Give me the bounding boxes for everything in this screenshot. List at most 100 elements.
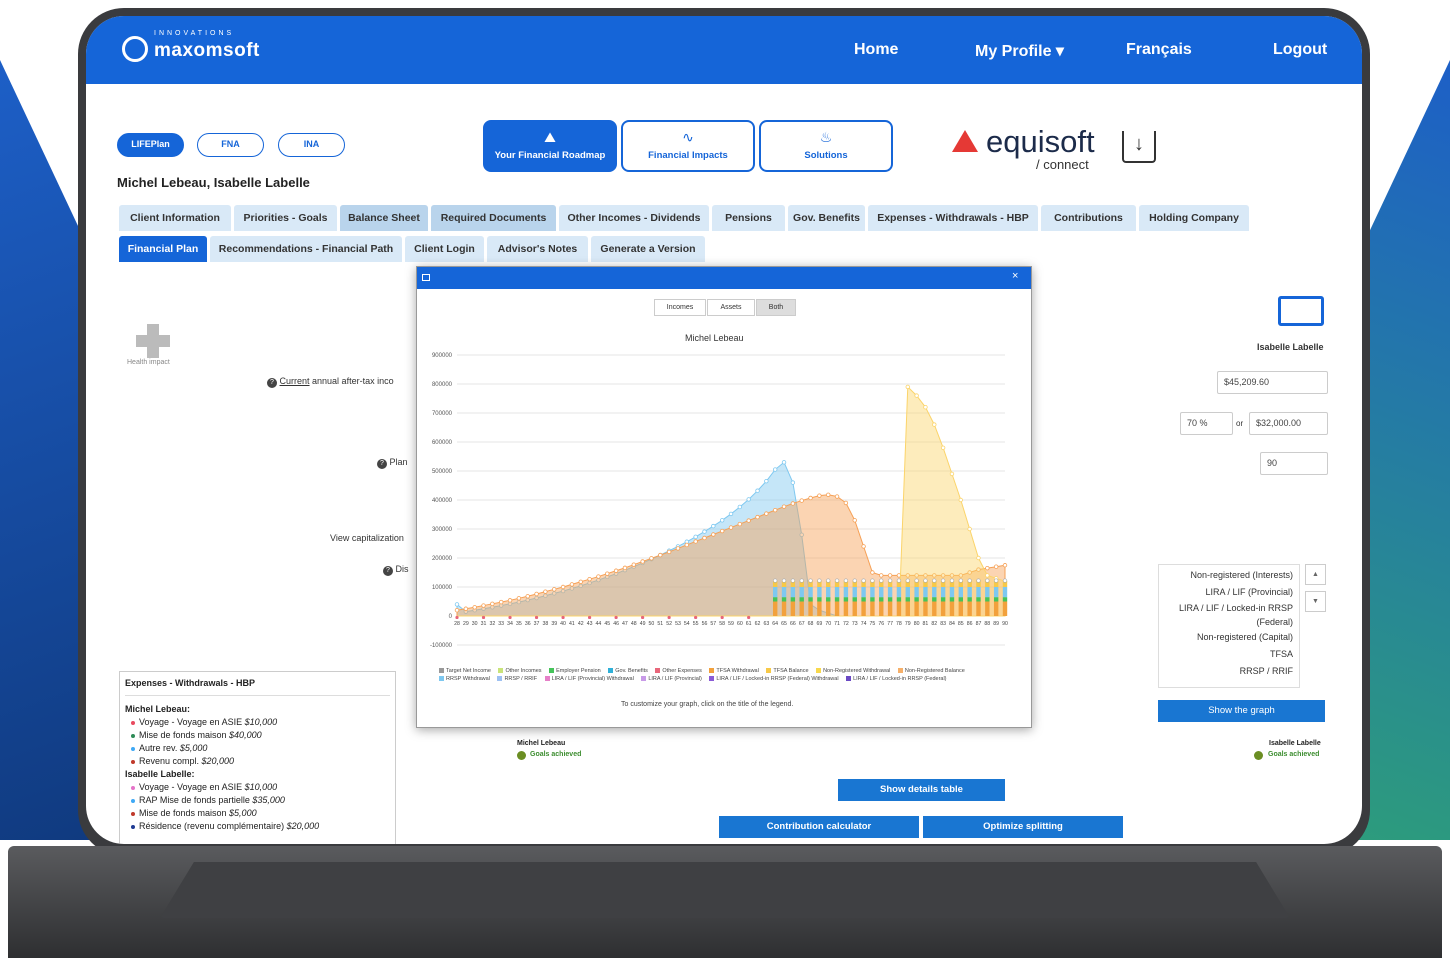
- tab-expenses-withdrawals[interactable]: Expenses - Withdrawals - HBP: [868, 205, 1038, 231]
- legend-item[interactable]: LIRA / LIF / Locked-in RRSP (Federal): [846, 676, 947, 682]
- series-point: [764, 511, 769, 516]
- x-tick-label: 60: [737, 621, 743, 627]
- x-tick-label: 35: [516, 621, 522, 627]
- x-tick-label: 62: [755, 621, 761, 627]
- legend-hint: To customize your graph, click on the ti…: [621, 701, 794, 708]
- move-down-button[interactable]: ▼: [1305, 591, 1326, 612]
- y-tick-label: 100000: [432, 585, 453, 591]
- list-item[interactable]: LIRA / LIF / Locked-in RRSP (Federal): [1165, 601, 1293, 629]
- show-details-table-button[interactable]: Show details table: [838, 779, 1005, 801]
- solutions-button[interactable]: ♨ Solutions: [759, 120, 893, 172]
- tab-gov-benefits[interactable]: Gov. Benefits: [788, 205, 865, 231]
- chevron-down-icon: ▼: [1312, 598, 1319, 605]
- legend-item[interactable]: RRSP Withdrawal: [439, 676, 490, 682]
- series-point: [985, 565, 990, 571]
- tab-priorities-goals[interactable]: Priorities - Goals: [234, 205, 337, 231]
- x-tick-label: 45: [604, 621, 610, 627]
- series-point: [472, 605, 477, 610]
- show-graph-button[interactable]: Show the graph: [1158, 700, 1325, 722]
- annual-income-input[interactable]: $45,209.60: [1217, 371, 1328, 394]
- income-bar: [896, 597, 902, 602]
- expenses-person-1: Michel Lebeau:: [125, 704, 191, 714]
- list-item[interactable]: TFSA: [1165, 646, 1293, 663]
- health-impact-icon[interactable]: [136, 324, 170, 358]
- help-icon[interactable]: ?: [377, 459, 387, 469]
- legend-item[interactable]: LIRA / LIF (Provincial): [641, 676, 702, 682]
- financial-roadmap-button[interactable]: ⛰ Your Financial Roadmap: [483, 120, 617, 172]
- amount-input[interactable]: $32,000.00: [1249, 412, 1328, 435]
- tab-advisors-notes[interactable]: Advisor's Notes: [487, 236, 588, 262]
- income-bar: [967, 597, 972, 602]
- tab-pensions[interactable]: Pensions: [712, 205, 785, 231]
- tab-recommendations[interactable]: Recommendations - Financial Path: [210, 236, 402, 262]
- tab-other-incomes[interactable]: Other Incomes - Dividends: [559, 205, 709, 231]
- series-point: [454, 608, 460, 613]
- legend-item[interactable]: Non-Registered Withdrawal: [816, 668, 890, 674]
- income-bar: [887, 597, 893, 602]
- list-item[interactable]: Non-registered (Interests): [1165, 567, 1293, 584]
- legend-item[interactable]: LIRA / LIF / Locked-in RRSP (Federal) Wi…: [709, 676, 839, 682]
- segment-both[interactable]: Both: [756, 299, 796, 316]
- tab-client-information[interactable]: Client Information: [119, 205, 231, 231]
- legend-item[interactable]: RRSP / RRIF: [497, 676, 537, 682]
- x-tick-label: 29: [463, 621, 469, 627]
- nav-language[interactable]: Français: [1126, 41, 1192, 59]
- income-bar: [914, 587, 919, 598]
- legend-item[interactable]: Target Net Income: [439, 668, 491, 674]
- presentation-icon[interactable]: [1278, 296, 1324, 326]
- pill-lifeplan[interactable]: LIFEPlan: [117, 133, 184, 157]
- x-tick-label: 70: [825, 621, 831, 627]
- download-icon[interactable]: ↓: [1122, 131, 1156, 163]
- close-icon[interactable]: ×: [1012, 270, 1018, 282]
- expense-text: Mise de fonds maison: [139, 730, 230, 740]
- nav-logout[interactable]: Logout: [1273, 41, 1327, 59]
- legend-item[interactable]: Other Incomes: [498, 668, 542, 674]
- logo-name[interactable]: maxomsoft: [154, 40, 260, 62]
- help-icon[interactable]: ?: [267, 378, 277, 388]
- pill-fna[interactable]: FNA: [197, 133, 264, 157]
- segment-assets[interactable]: Assets: [707, 299, 755, 316]
- list-item[interactable]: LIRA / LIF (Provincial): [1165, 584, 1293, 601]
- tab-generate-version[interactable]: Generate a Version: [591, 236, 705, 262]
- move-up-button[interactable]: ▲: [1305, 564, 1326, 585]
- income-bar: [772, 601, 778, 616]
- legend-swatch: [766, 668, 772, 674]
- legend-item[interactable]: TFSA Withdrawal: [709, 668, 759, 674]
- list-item[interactable]: Non-registered (Capital): [1165, 629, 1293, 646]
- nav-home[interactable]: Home: [854, 41, 898, 59]
- income-bar: [817, 587, 822, 598]
- legend-item[interactable]: Employer Pension: [549, 668, 601, 674]
- series-point: [463, 606, 469, 611]
- tab-balance-sheet[interactable]: Balance Sheet: [340, 205, 428, 231]
- segment-incomes[interactable]: Incomes: [654, 299, 706, 316]
- tab-client-login[interactable]: Client Login: [405, 236, 484, 262]
- tab-holding-company[interactable]: Holding Company: [1139, 205, 1249, 231]
- contribution-calculator-button[interactable]: Contribution calculator: [719, 816, 919, 838]
- tab-financial-plan[interactable]: Financial Plan: [119, 236, 207, 262]
- tab-required-documents[interactable]: Required Documents: [431, 205, 556, 231]
- view-capitalization-label[interactable]: View capitalization: [330, 533, 404, 543]
- distribution-label: ? Dis: [383, 564, 409, 576]
- pill-ina[interactable]: INA: [278, 133, 345, 157]
- series-point: [781, 460, 787, 465]
- legend-item[interactable]: Gov. Benefits: [608, 668, 648, 674]
- legend-item[interactable]: Other Expenses: [655, 668, 702, 674]
- age-input[interactable]: 90: [1260, 452, 1328, 475]
- expense-amount: $5,000: [229, 808, 257, 818]
- percent-input[interactable]: 70 %: [1180, 412, 1233, 435]
- help-icon[interactable]: ?: [383, 566, 393, 576]
- x-tick-label: 79: [905, 621, 911, 627]
- legend-item[interactable]: TFSA Balance: [766, 668, 809, 674]
- legend-item[interactable]: Non-Registered Balance: [897, 668, 965, 674]
- series-point: [693, 534, 698, 540]
- series-point: [560, 584, 566, 590]
- list-item[interactable]: RRSP / RRIF: [1165, 663, 1293, 680]
- legend-item[interactable]: LIRA / LIF (Provincial) Withdrawal: [544, 676, 634, 682]
- income-bar: [799, 601, 804, 616]
- nav-my-profile[interactable]: My Profile ▾: [975, 41, 1064, 61]
- income-bar: [879, 597, 884, 602]
- optimize-splitting-button[interactable]: Optimize splitting: [923, 816, 1123, 838]
- tab-contributions[interactable]: Contributions: [1041, 205, 1136, 231]
- income-bar: [870, 601, 875, 616]
- financial-impacts-button[interactable]: ∿ Financial Impacts: [621, 120, 755, 172]
